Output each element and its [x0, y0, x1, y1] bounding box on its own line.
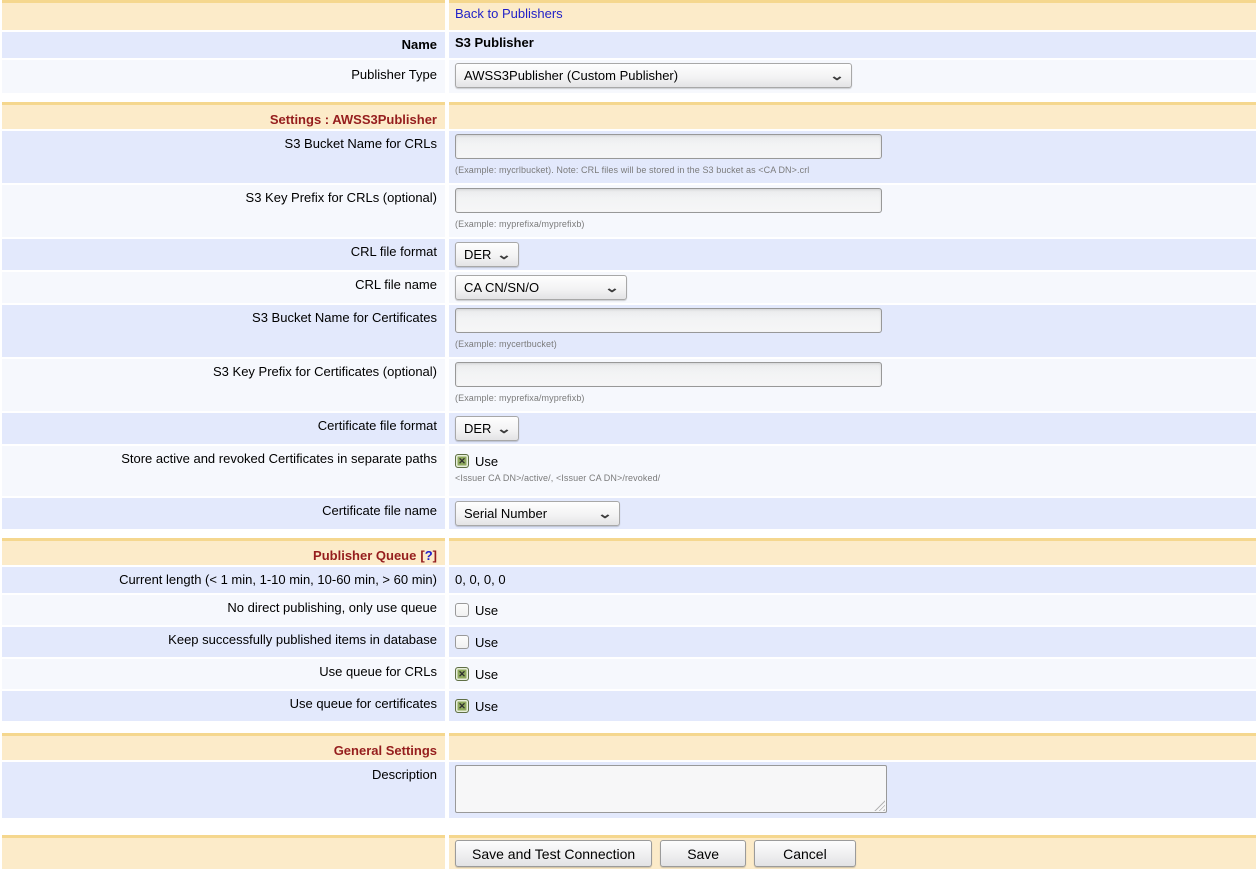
settings-section-title: Settings : AWSS3Publisher [270, 112, 437, 127]
queue-header-row: Publisher Queue[?] [2, 538, 1256, 565]
footer-section: Save and Test Connection Save Cancel [2, 835, 1256, 869]
s3-prefix-crl-row: S3 Key Prefix for CRLs (optional) (Examp… [2, 185, 1256, 237]
s3-bucket-cert-input[interactable] [455, 308, 882, 333]
s3-prefix-cert-label: S3 Key Prefix for Certificates (optional… [213, 364, 437, 379]
no-direct-use-label: Use [475, 601, 498, 618]
s3-bucket-crl-row: S3 Bucket Name for CRLs (Example: mycrlb… [2, 131, 1256, 183]
cert-file-format-select[interactable]: DER ⌄ [455, 416, 519, 441]
publisher-type-select[interactable]: AWSS3Publisher (Custom Publisher) ⌄ [455, 63, 852, 88]
s3-prefix-cert-row: S3 Key Prefix for Certificates (optional… [2, 359, 1256, 411]
queue-certs-label: Use queue for certificates [290, 696, 437, 711]
queue-crls-use-label: Use [475, 665, 498, 682]
description-textarea[interactable] [455, 765, 887, 813]
save-button[interactable]: Save [660, 840, 746, 867]
queue-length-row: Current length (< 1 min, 1-10 min, 10-60… [2, 567, 1256, 593]
back-to-publishers-link[interactable]: Back to Publishers [455, 6, 563, 21]
s3-prefix-cert-input[interactable] [455, 362, 882, 387]
crl-name-label: CRL file name [355, 277, 437, 292]
s3-prefix-crl-label: S3 Key Prefix for CRLs (optional) [246, 190, 437, 205]
queue-crls-label: Use queue for CRLs [319, 664, 437, 679]
top-section: Back to Publishers Name S3 Publisher Pub… [2, 0, 1256, 93]
use-queue-certs-checkbox[interactable] [455, 699, 469, 713]
cancel-button[interactable]: Cancel [754, 840, 856, 867]
name-label: Name [402, 37, 437, 52]
s3-bucket-cert-row: S3 Bucket Name for Certificates (Example… [2, 305, 1256, 357]
crl-file-format-select[interactable]: DER ⌄ [455, 242, 519, 267]
crl-format-selected-value: DER [456, 247, 499, 262]
separate-paths-label: Store active and revoked Certificates in… [121, 451, 437, 466]
back-link-row: Back to Publishers [2, 0, 1256, 30]
s3-bucket-cert-label: S3 Bucket Name for Certificates [252, 310, 437, 325]
s3-prefix-crl-note: (Example: myprefixa/myprefixb) [455, 219, 1256, 229]
keep-published-row: Keep successfully published items in dat… [2, 627, 1256, 657]
settings-header-row: Settings : AWSS3Publisher [2, 102, 1256, 129]
s3-bucket-crl-label: S3 Bucket Name for CRLs [285, 136, 437, 151]
crl-format-label: CRL file format [351, 244, 437, 259]
separate-paths-use-label: Use [475, 452, 498, 469]
separate-paths-note: <Issuer CA DN>/active/, <Issuer CA DN>/r… [455, 473, 1256, 483]
publisher-type-row: Publisher Type AWSS3Publisher (Custom Pu… [2, 60, 1256, 93]
general-section-title: General Settings [334, 743, 437, 758]
queue-certs-row: Use queue for certificates Use [2, 691, 1256, 721]
crl-name-selected-value: CA CN/SN/O [456, 280, 547, 295]
cert-name-label: Certificate file name [322, 503, 437, 518]
description-label: Description [372, 767, 437, 782]
chevron-down-icon: ⌄ [497, 422, 522, 435]
settings-section: Settings : AWSS3Publisher S3 Bucket Name… [2, 102, 1256, 529]
queue-length-value: 0, 0, 0, 0 [455, 572, 506, 587]
keep-published-checkbox[interactable] [455, 635, 469, 649]
save-and-test-connection-button[interactable]: Save and Test Connection [455, 840, 652, 867]
crl-file-name-select[interactable]: CA CN/SN/O ⌄ [455, 275, 627, 300]
footer-buttons-row: Save and Test Connection Save Cancel [2, 835, 1256, 869]
crl-name-row: CRL file name CA CN/SN/O ⌄ [2, 272, 1256, 303]
chevron-down-icon: ⌄ [605, 281, 630, 294]
publisher-queue-section: Publisher Queue[?] Current length (< 1 m… [2, 538, 1256, 721]
publisher-type-label: Publisher Type [351, 65, 437, 82]
back-row-right-cell: Back to Publishers [449, 0, 1256, 30]
publisher-edit-page: Back to Publishers Name S3 Publisher Pub… [2, 0, 1256, 869]
help-bracket-close: ] [433, 548, 437, 563]
separate-paths-row: Store active and revoked Certificates in… [2, 446, 1256, 496]
general-settings-section: General Settings Description [2, 733, 1256, 818]
no-direct-label: No direct publishing, only use queue [227, 600, 437, 615]
description-row: Description [2, 762, 1256, 818]
cert-name-row: Certificate file name Serial Number ⌄ [2, 498, 1256, 529]
name-row: Name S3 Publisher [2, 32, 1256, 58]
general-header-row: General Settings [2, 733, 1256, 760]
s3-prefix-crl-input[interactable] [455, 188, 882, 213]
keep-published-use-label: Use [475, 633, 498, 650]
s3-bucket-cert-note: (Example: mycertbucket) [455, 339, 1256, 349]
queue-crls-row: Use queue for CRLs Use [2, 659, 1256, 689]
cert-format-label: Certificate file format [318, 418, 437, 433]
no-direct-publishing-checkbox[interactable] [455, 603, 469, 617]
queue-section-title: Publisher Queue [313, 548, 416, 563]
use-queue-crls-checkbox[interactable] [455, 667, 469, 681]
chevron-down-icon: ⌄ [497, 248, 522, 261]
no-direct-row: No direct publishing, only use queue Use [2, 595, 1256, 625]
separate-paths-checkbox[interactable] [455, 454, 469, 468]
queue-length-label: Current length (< 1 min, 1-10 min, 10-60… [119, 572, 437, 587]
publisher-type-selected-value: AWSS3Publisher (Custom Publisher) [456, 68, 686, 83]
chevron-down-icon: ⌄ [830, 69, 855, 82]
keep-published-label: Keep successfully published items in dat… [168, 632, 437, 647]
cert-name-selected-value: Serial Number [456, 506, 555, 521]
s3-bucket-crl-input[interactable] [455, 134, 882, 159]
s3-bucket-crl-note: (Example: mycrlbucket). Note: CRL files … [455, 165, 1256, 175]
cert-file-name-select[interactable]: Serial Number ⌄ [455, 501, 620, 526]
back-row-left-cell [2, 0, 445, 30]
s3-prefix-cert-note: (Example: myprefixa/myprefixb) [455, 393, 1256, 403]
cert-format-row: Certificate file format DER ⌄ [2, 413, 1256, 444]
queue-certs-use-label: Use [475, 697, 498, 714]
cert-format-selected-value: DER [456, 421, 499, 436]
queue-help-link[interactable]: ? [425, 548, 433, 563]
crl-format-row: CRL file format DER ⌄ [2, 239, 1256, 270]
name-value: S3 Publisher [455, 35, 534, 50]
chevron-down-icon: ⌄ [598, 507, 623, 520]
